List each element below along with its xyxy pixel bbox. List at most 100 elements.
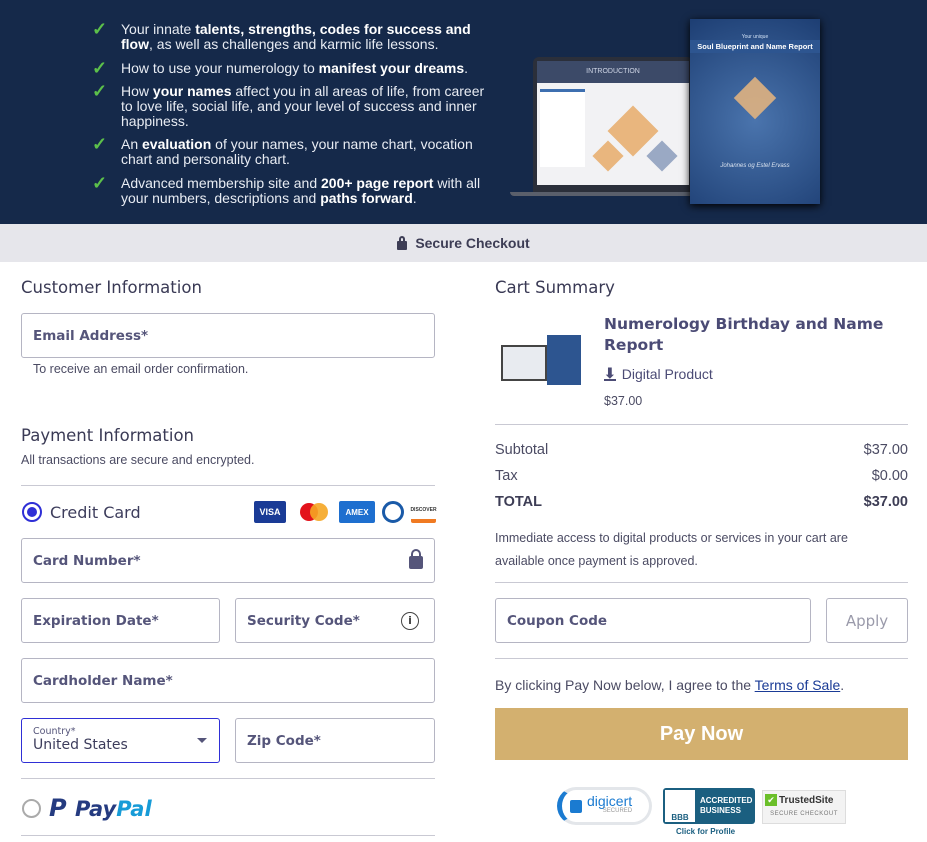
feature-text: How to use your numerology to manifest y…: [121, 61, 491, 76]
tax-label: Tax: [495, 468, 518, 484]
trustedsite-badge[interactable]: ✔ TrustedSite SECURE CHECKOUT: [762, 790, 846, 824]
feature-text-part: Advanced membership site and: [121, 175, 321, 191]
security-code-label: Security Code*: [247, 612, 360, 629]
credit-card-label: Credit Card: [50, 502, 141, 522]
book-title: Soul Blueprint and Name Report: [690, 40, 820, 53]
feature-text: An evaluation of your names, your name c…: [121, 137, 491, 167]
bbb-accredited: ACCREDITED: [700, 796, 753, 805]
feature-text-part: Your innate: [121, 21, 196, 37]
email-field[interactable]: Email Address*: [21, 313, 435, 358]
paypal-logo: P PayPal: [49, 794, 152, 822]
feature-text-part: How to use your numerology to: [121, 60, 319, 76]
agree-suffix: .: [840, 677, 845, 693]
tax-value: $0.00: [871, 468, 908, 484]
digicert-text: digicert: [587, 793, 633, 809]
payment-subtitle: All transactions are secure and encrypte…: [21, 453, 255, 467]
customer-info-title: Customer Information: [21, 278, 202, 297]
product-name: Numerology Birthday and Name Report: [604, 315, 884, 354]
laptop-image: INTRODUCTION: [533, 57, 693, 192]
zip-label: Zip Code*: [247, 732, 321, 749]
tax-row: Tax $0.00: [495, 468, 908, 484]
terms-agreement: By clicking Pay Now below, I agree to th…: [495, 677, 844, 693]
book-image: Your unique Soul Blueprint and Name Repo…: [690, 19, 820, 204]
radio-selected[interactable]: [22, 502, 42, 522]
product-type-label: Digital Product: [621, 366, 713, 382]
discover-icon: DISCOVER: [410, 501, 437, 523]
info-icon[interactable]: i: [401, 612, 419, 630]
terms-of-sale-link[interactable]: Terms of Sale: [755, 677, 841, 693]
lock-icon: [397, 235, 408, 250]
expiration-date-field[interactable]: Expiration Date*: [21, 598, 220, 643]
check-icon: ✓: [92, 58, 108, 78]
credit-card-option[interactable]: Credit Card: [22, 502, 141, 522]
bbb-profile-link[interactable]: Click for Profile: [676, 827, 735, 836]
product-type: ⬇ Digital Product: [604, 366, 713, 382]
zip-code-field[interactable]: Zip Code*: [235, 718, 435, 763]
bbb-badge[interactable]: BBB ACCREDITED BUSINESS: [663, 788, 755, 824]
lock-icon: [409, 549, 423, 569]
security-code-field[interactable]: Security Code* i: [235, 598, 435, 643]
country-value: United States: [33, 737, 128, 753]
expiration-label: Expiration Date*: [33, 612, 159, 629]
download-icon: ⬇: [604, 365, 616, 381]
bbb-logo: BBB: [665, 790, 695, 822]
trustedsite-sub: SECURE CHECKOUT: [770, 811, 838, 817]
product-thumbnail: [498, 333, 584, 387]
email-help: To receive an email order confirmation.: [33, 362, 249, 376]
subtotal-label: Subtotal: [495, 442, 549, 458]
email-label: Email Address*: [33, 327, 149, 344]
total-row: TOTAL $37.00: [495, 494, 908, 510]
total-label: TOTAL: [495, 494, 542, 510]
subtotal-row: Subtotal $37.00: [495, 442, 908, 458]
pay-now-button[interactable]: Pay Now: [495, 708, 908, 760]
paypal-logo-text: Pay: [74, 797, 117, 821]
country-select[interactable]: Country* United States: [21, 718, 220, 763]
check-icon: ✔: [765, 794, 777, 806]
card-number-label: Card Number*: [33, 552, 141, 569]
check-icon: ✓: [92, 173, 108, 193]
card-number-field[interactable]: Card Number*: [21, 538, 435, 583]
lock-icon: [570, 799, 582, 813]
secure-checkout-label: Secure Checkout: [415, 235, 530, 251]
visa-icon: VISA: [254, 501, 286, 523]
diners-icon: [380, 501, 406, 523]
coupon-placeholder: Coupon Code: [507, 612, 608, 629]
feature-text-part: .: [412, 190, 417, 206]
feature-text: Your innate talents, strengths, codes fo…: [121, 22, 491, 52]
feature-text-part: manifest your dreams: [318, 60, 465, 76]
check-icon: ✓: [92, 134, 108, 154]
apply-button[interactable]: Apply: [826, 598, 908, 643]
agree-text: By clicking Pay Now below, I agree to th…: [495, 677, 755, 693]
feature-text-part: .: [464, 60, 469, 76]
book-authors: Johannes og Estel Ervass: [720, 163, 790, 169]
cardholder-label: Cardholder Name*: [33, 672, 173, 689]
digicert-badge[interactable]: digicert SECURED: [557, 787, 652, 825]
access-note: Immediate access to digital products or …: [495, 531, 848, 568]
feature-text-part: your names: [152, 83, 232, 99]
coupon-code-input[interactable]: Coupon Code: [495, 598, 811, 643]
feature-text: How your names affect you in all areas o…: [121, 84, 491, 129]
trustedsite-text: TrustedSite: [779, 794, 834, 806]
paypal-option[interactable]: P PayPal: [22, 794, 152, 822]
bbb-business: BUSINESS: [700, 806, 741, 815]
caret-down-icon: [197, 738, 207, 748]
feature-text-part: paths forward: [320, 190, 413, 206]
mastercard-icon: [297, 501, 331, 523]
check-icon: ✓: [92, 81, 108, 101]
feature-text-part: 200+ page report: [321, 175, 434, 191]
total-value: $37.00: [863, 494, 908, 510]
product-price: $37.00: [604, 394, 643, 408]
hero-banner: ✓ Your innate talents, strengths, codes f…: [0, 0, 927, 224]
check-icon: ✓: [92, 19, 108, 39]
radio-unselected[interactable]: [22, 798, 41, 818]
cart-summary-title: Cart Summary: [495, 278, 615, 297]
laptop-title: INTRODUCTION: [537, 61, 689, 83]
feature-text: Advanced membership site and 200+ page r…: [121, 176, 491, 206]
paypal-logo-text: Pal: [116, 797, 152, 821]
feature-text-part: How: [121, 83, 153, 99]
cardholder-name-field[interactable]: Cardholder Name*: [21, 658, 435, 703]
feature-text-part: An: [121, 136, 143, 152]
secure-checkout-bar: Secure Checkout: [0, 224, 927, 262]
amex-icon: AMEX: [339, 501, 375, 523]
payment-info-title: Payment Information: [21, 426, 194, 445]
